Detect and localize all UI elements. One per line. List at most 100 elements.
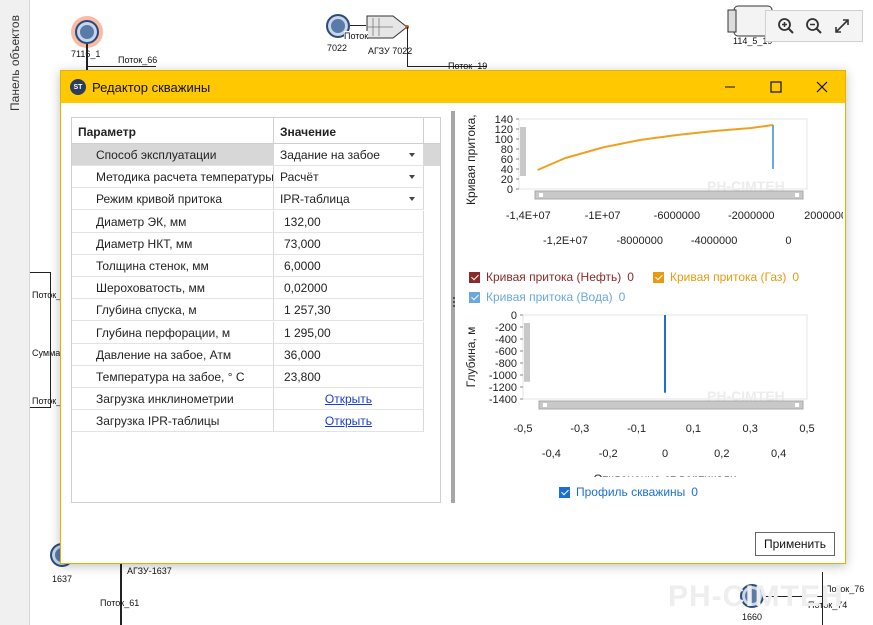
chevron-down-icon[interactable] [409, 153, 415, 157]
pipe [86, 66, 156, 67]
value-field[interactable]: 23,800 [274, 366, 424, 388]
x-tick-label: -1,2E+07 [543, 235, 588, 247]
value-field[interactable]: 73,000 [274, 232, 424, 255]
value-field[interactable]: 36,000 [274, 343, 424, 366]
grid-row[interactable]: Методика расчета температуры Расчёт [72, 166, 440, 189]
legend-series-name: Кривая притока (Газ) [670, 270, 787, 284]
splitter-grip-icon [453, 297, 455, 307]
legend-checkbox[interactable] [653, 272, 664, 283]
grid-row[interactable]: Способ эксплуатации Задание на забое [72, 144, 440, 166]
minimize-button[interactable] [707, 71, 753, 103]
legend-checkbox[interactable] [469, 272, 480, 283]
property-grid: Параметр Значение Способ эксплуатации Зад… [71, 117, 441, 503]
panel-splitter[interactable] [451, 111, 455, 503]
x-tick-label: -0,5 [514, 423, 533, 435]
x-tick-label: 0 [785, 235, 791, 247]
x-tick-label: -0,1 [627, 423, 646, 435]
flow-label-left-1: Поток_ [32, 290, 62, 300]
value-field[interactable]: 1 257,30 [274, 299, 424, 322]
param-name: Температура на забое, ° С [72, 366, 274, 388]
x-scroll-grip [539, 193, 543, 197]
x-tick-label: -2000000 [728, 210, 775, 222]
y-axis-label: Кривая притока, А [464, 111, 478, 205]
grid-row[interactable]: Глубина спуска, м 1 257,30 [72, 299, 440, 322]
zoom-in-button[interactable] [775, 15, 797, 37]
param-name: Загрузка IPR-таблицы [72, 410, 274, 433]
value-field[interactable]: 6,0000 [274, 255, 424, 277]
grid-row[interactable]: Температура на забое, ° С 23,800 [72, 366, 440, 388]
grid-row[interactable]: Диаметр ЭК, мм 132,00 [72, 210, 440, 233]
value-dropdown[interactable]: Задание на забое [274, 144, 424, 166]
open-link[interactable]: Открыть [325, 392, 372, 406]
x-tick-label: -4000000 [691, 235, 738, 247]
x-tick-label: -8000000 [617, 235, 664, 247]
object-panel[interactable]: Панель объектов [0, 0, 30, 625]
grid-row[interactable]: Режим кривой притока IPR-таблица [72, 188, 440, 211]
x-scrollbar[interactable] [538, 400, 804, 410]
chevron-down-icon[interactable] [409, 197, 415, 202]
column-header-value[interactable]: Значение [274, 118, 424, 144]
watermark: PH-CIMTEH [668, 580, 844, 613]
apply-button[interactable]: Применить [755, 532, 835, 556]
chevron-down-icon[interactable] [409, 175, 415, 180]
grid-row[interactable]: Толщина стенок, мм 6,0000 [72, 255, 440, 277]
y-tick-label: -1400 [489, 394, 517, 406]
flow-label-66: Поток_66 [118, 55, 158, 65]
pipe [30, 272, 50, 273]
grid-header: Параметр Значение [72, 118, 440, 144]
legend-count: 0 [618, 290, 626, 304]
param-name: Способ эксплуатации [72, 144, 274, 166]
grid-row[interactable]: Диаметр НКТ, мм 73,000 [72, 232, 440, 255]
agzu-label-1637: АГЗУ-1637 [127, 566, 172, 576]
grid-row[interactable]: Давление на забое, Атм 36,000 [72, 343, 440, 366]
column-header-param[interactable]: Параметр [72, 118, 274, 144]
value-cell[interactable]: Открыть [274, 410, 424, 433]
value-cell[interactable]: Открыть [274, 388, 424, 411]
y-scrollbar[interactable] [520, 127, 526, 176]
pipe [350, 25, 366, 26]
x-tick-label: -1E+07 [585, 210, 621, 222]
x-tick-label: 0 [662, 448, 668, 460]
param-name: Глубина перфорации, м [72, 321, 274, 344]
legend-count: 0 [691, 485, 698, 499]
value-dropdown[interactable]: Расчёт [274, 166, 424, 189]
legend-checkbox[interactable] [469, 292, 480, 303]
x-scrollbar[interactable] [534, 190, 804, 200]
app-icon: ST [70, 79, 86, 95]
param-name: Диаметр НКТ, мм [72, 232, 274, 255]
grid-row[interactable]: Глубина перфорации, м 1 295,00 [72, 321, 440, 344]
well-node-7116[interactable] [75, 20, 99, 44]
object-panel-tab[interactable]: Панель объектов [0, 8, 30, 118]
grid-row[interactable]: Загрузка инклинометрии Открыть [72, 388, 440, 411]
flow-label-left-2: Поток_ [32, 396, 62, 406]
x-axis-label: Отклонение от вертикали [593, 472, 736, 477]
maximize-button[interactable] [753, 71, 799, 103]
close-button[interactable] [799, 71, 845, 103]
value-text: 1 257,30 [284, 303, 331, 318]
zoom-in-icon [778, 18, 794, 34]
legend-series-name: Профиль скважины [576, 485, 686, 499]
legend-checkbox[interactable] [559, 487, 570, 498]
y-scrollbar[interactable] [524, 323, 530, 382]
y-tick-label: -800 [495, 358, 517, 370]
zoom-out-button[interactable] [803, 15, 825, 37]
value-text: 73,000 [284, 236, 321, 251]
x-tick-label: 0,1 [686, 423, 701, 435]
fit-screen-button[interactable] [831, 15, 853, 37]
grid-row[interactable]: Загрузка IPR-таблицы Открыть [72, 410, 440, 433]
dialog-titlebar[interactable]: ST Редактор скважины [61, 71, 845, 103]
value-text: 1 295,00 [284, 325, 331, 340]
agzu-7022-icon[interactable] [365, 14, 409, 40]
value-field[interactable]: 1 295,00 [274, 321, 424, 344]
y-tick-label: 0 [511, 310, 517, 322]
value-field[interactable]: 132,00 [274, 210, 424, 233]
open-link[interactable]: Открыть [325, 414, 372, 428]
grid-row[interactable]: Шероховатость, мм 0,02000 [72, 277, 440, 300]
pipe [120, 564, 122, 625]
well-editor-dialog: ST Редактор скважины Параметр Значение С… [60, 70, 846, 564]
value-dropdown[interactable]: IPR-таблица [274, 188, 424, 211]
value-field[interactable]: 0,02000 [274, 277, 424, 300]
flow-label-mid: Поток [344, 31, 369, 41]
flow-label-61: Поток_61 [100, 598, 140, 608]
y-tick-label: -200 [495, 322, 517, 334]
